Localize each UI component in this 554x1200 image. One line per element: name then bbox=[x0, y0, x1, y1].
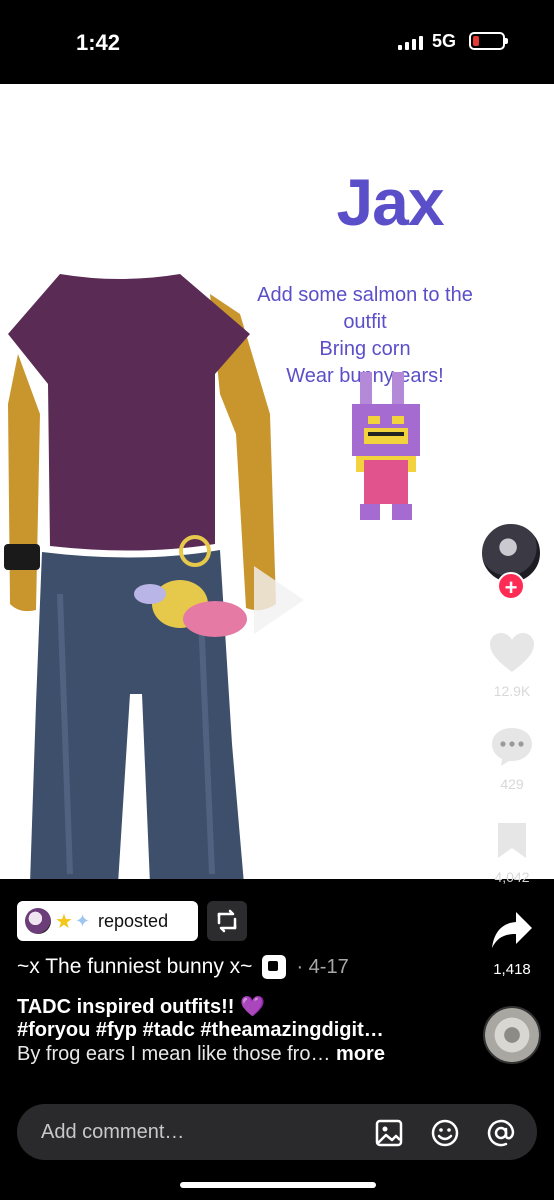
author-name[interactable]: ~x The funniest bunny x~ bbox=[17, 955, 252, 979]
repost-icon bbox=[217, 909, 237, 933]
caption-title: TADC inspired outfits!! 💜 bbox=[17, 994, 265, 1019]
comment-bar[interactable]: Add comment… bbox=[17, 1104, 537, 1160]
caption-body: By frog ears I mean like those fro… more bbox=[17, 1043, 385, 1066]
reposter-avatar bbox=[25, 908, 51, 934]
caption-title-text: TADC inspired outfits!! bbox=[17, 996, 235, 1018]
like-count: 12.9K bbox=[493, 683, 531, 699]
pixel-character-image bbox=[352, 372, 420, 520]
like-button[interactable]: 12.9K bbox=[484, 632, 540, 699]
heart-icon bbox=[490, 633, 534, 672]
video-post[interactable]: Jax Add some salmon to the outfit Bring … bbox=[0, 84, 554, 879]
status-time: 1:42 bbox=[76, 30, 121, 55]
save-count: 4,042 bbox=[494, 869, 530, 885]
wing-icon: ✦ bbox=[74, 910, 91, 931]
search-icon[interactable] bbox=[494, 184, 526, 216]
more-link[interactable]: more bbox=[336, 1043, 385, 1065]
emoji-icon[interactable] bbox=[429, 1117, 461, 1149]
home-indicator[interactable] bbox=[180, 1182, 376, 1188]
share-button[interactable]: 1,418 bbox=[486, 910, 538, 978]
mention-icon[interactable] bbox=[485, 1117, 517, 1149]
caption-hashtags[interactable]: #foryou #fyp #tadc #theamazingdigit… bbox=[17, 1019, 384, 1042]
comment-count: 429 bbox=[500, 776, 524, 792]
save-button[interactable]: 4,042 bbox=[484, 820, 540, 885]
star-icon: ★ bbox=[55, 910, 73, 933]
signal-icon bbox=[398, 36, 423, 50]
repost-button[interactable] bbox=[207, 901, 247, 941]
comment-button[interactable]: 429 bbox=[484, 725, 540, 792]
image-icon[interactable] bbox=[373, 1117, 405, 1149]
back-icon[interactable] bbox=[18, 184, 46, 212]
bookmark-icon bbox=[498, 823, 526, 858]
repost-label: reposted bbox=[98, 910, 169, 931]
follow-button[interactable]: + bbox=[497, 572, 525, 600]
play-icon[interactable] bbox=[248, 560, 308, 640]
comment-icon bbox=[492, 728, 532, 766]
author-line[interactable]: ~x The funniest bunny x~ · 4-17 bbox=[17, 955, 349, 979]
sound-disc[interactable] bbox=[483, 1006, 541, 1064]
multi-photo-icon bbox=[262, 955, 287, 979]
share-count: 1,418 bbox=[493, 961, 531, 978]
comment-input[interactable]: Add comment… bbox=[41, 1121, 184, 1144]
post-date: · 4-17 bbox=[296, 955, 349, 978]
caption-body-text: By frog ears I mean like those fro… bbox=[17, 1043, 331, 1065]
status-bar: 1:42 5G bbox=[0, 0, 554, 84]
share-icon bbox=[492, 912, 532, 948]
slide-title: Jax bbox=[336, 165, 444, 239]
repost-badge[interactable]: ★ ✦ reposted bbox=[17, 901, 198, 941]
network-type: 5G bbox=[432, 31, 457, 51]
purple-heart-emoji: 💜 bbox=[239, 996, 265, 1018]
battery-icon bbox=[469, 32, 508, 50]
